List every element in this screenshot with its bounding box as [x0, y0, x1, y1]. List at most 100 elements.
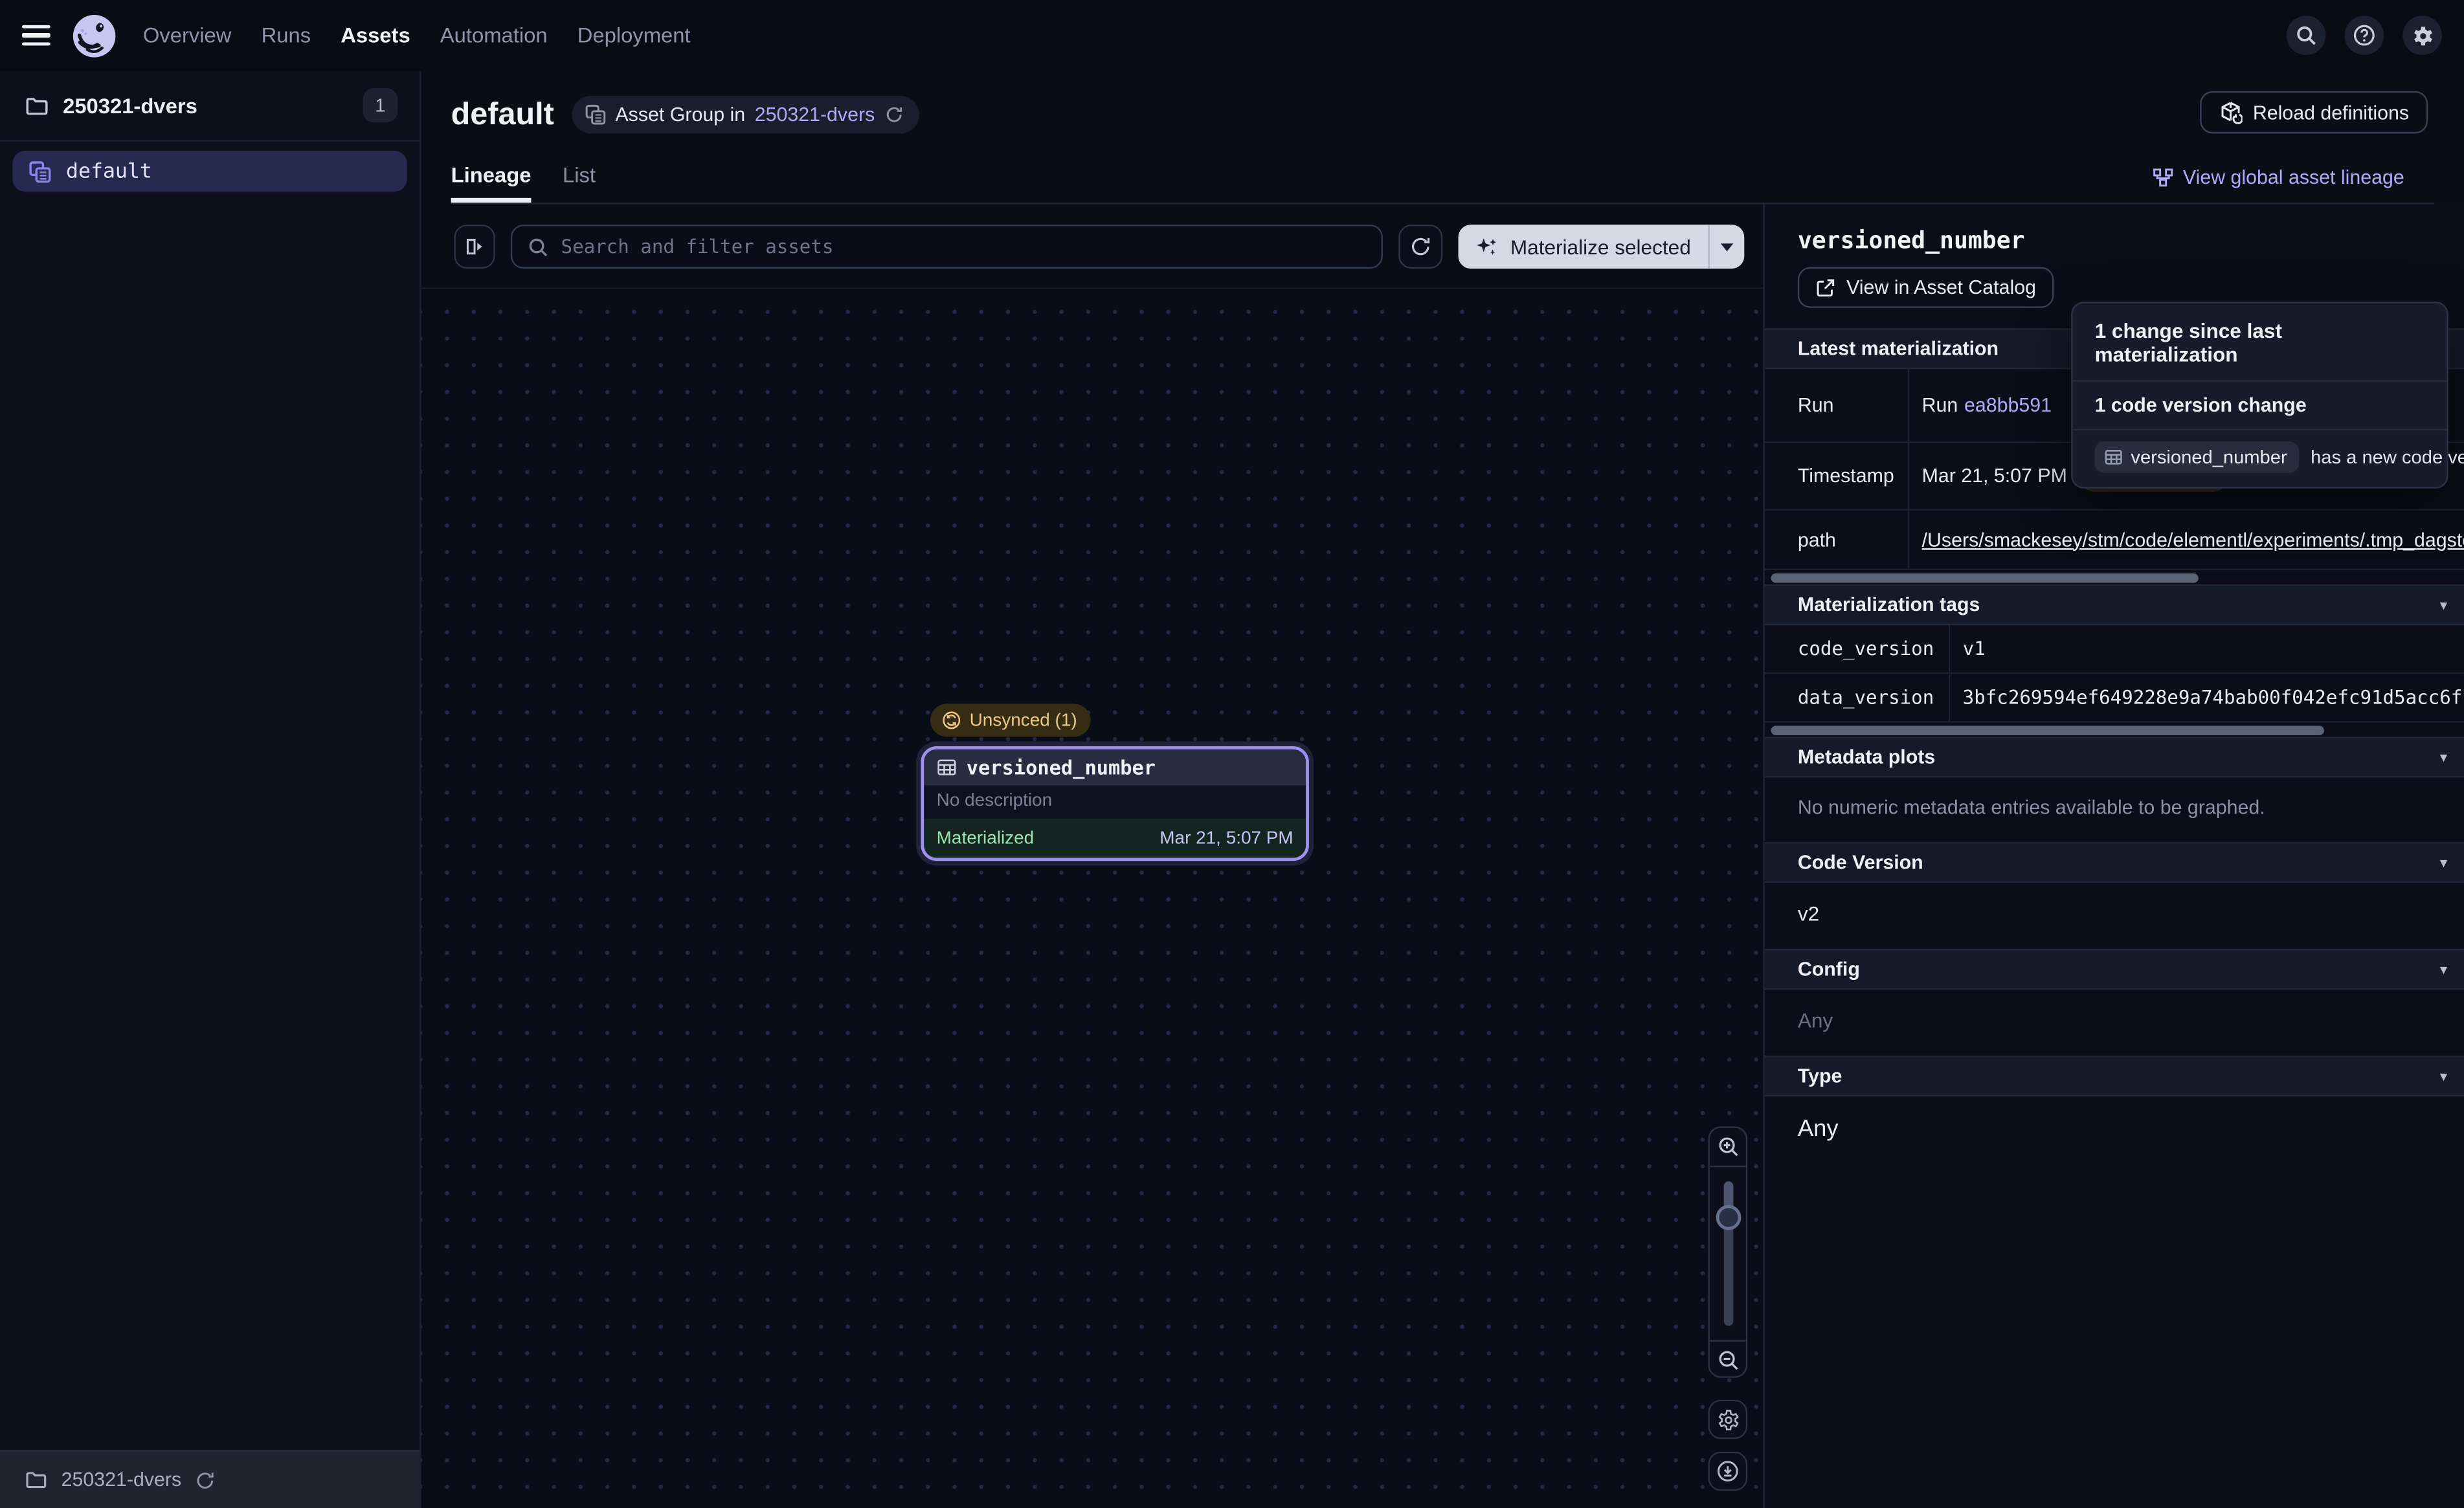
nav-item-assets[interactable]: Assets — [341, 23, 410, 47]
popup-change-summary: 1 code version change — [2073, 382, 2447, 429]
sidebar-footer-label: 250321-dvers — [62, 1469, 182, 1491]
tag-row-data-version: data_version 3bfc269594ef649228e9a74bab0… — [1765, 674, 2464, 722]
dagster-logo-icon[interactable] — [71, 12, 118, 59]
asset-node-versioned-number[interactable]: versioned_number No description Material… — [921, 746, 1309, 861]
asset-node-status: Materialized — [937, 828, 1034, 847]
panel-asset-title: versioned_number — [1798, 227, 2431, 255]
reload-workspace-icon[interactable] — [196, 1470, 216, 1491]
asset-node-status-row: Materialized Mar 21, 5:07 PM — [924, 819, 1306, 858]
path-label: path — [1765, 511, 1909, 569]
reload-cube-icon — [2218, 100, 2241, 124]
zoom-out-button[interactable] — [1710, 1342, 1746, 1379]
dagster-app: Overview Runs Assets Automation Deployme… — [0, 0, 2464, 1508]
search-input[interactable] — [561, 236, 1366, 258]
folder-icon — [25, 1469, 47, 1491]
nav-item-deployment[interactable]: Deployment — [577, 23, 691, 47]
popup-detail-row: versioned_number has a new code version — [2073, 430, 2447, 487]
zoom-slider-thumb[interactable] — [1715, 1205, 1740, 1230]
lineage-graph-canvas[interactable]: Unsynced (1) versioned_number No descrip… — [421, 287, 1764, 1508]
asset-node-name: versioned_number — [967, 756, 1156, 779]
tab-list[interactable]: List — [563, 163, 596, 203]
badge-group-link[interactable]: 250321-dvers — [755, 104, 875, 126]
zoom-in-button[interactable] — [1710, 1128, 1746, 1166]
asset-chip-label: versioned_number — [2131, 446, 2287, 468]
sidebar-footer[interactable]: 250321-dvers — [0, 1450, 420, 1508]
chevron-down-icon[interactable]: ▼ — [2437, 1069, 2450, 1083]
asset-groups-sidebar: 250321-dvers 1 default 250321-dvers — [0, 71, 421, 1508]
tabs-row: Lineage List View global asset lineage — [451, 154, 2434, 205]
config-value: Any — [1765, 990, 2464, 1056]
refresh-icon[interactable] — [884, 105, 903, 124]
zoom-controls — [1708, 1126, 1747, 1377]
view-in-asset-catalog-label: View in Asset Catalog — [1846, 276, 2036, 298]
unsynced-badge-label: Unsynced (1) — [970, 711, 1077, 729]
download-image-button[interactable] — [1708, 1452, 1747, 1491]
lineage-graph-icon — [2153, 168, 2174, 188]
chevron-down-icon[interactable]: ▼ — [2437, 856, 2450, 870]
section-config[interactable]: Config ▼ — [1765, 949, 2464, 990]
badge-prefix: Asset Group in — [615, 104, 745, 126]
run-id-link[interactable]: ea8bb591 — [1964, 394, 2052, 416]
nav-items: Overview Runs Assets Automation Deployme… — [143, 23, 691, 47]
changes-popup: 1 change since last materialization 1 co… — [2071, 302, 2448, 489]
section-metadata-plots[interactable]: Metadata plots ▼ — [1765, 737, 2464, 777]
view-in-asset-catalog-button[interactable]: View in Asset Catalog — [1798, 267, 2054, 308]
asset-node-description: No description — [924, 786, 1306, 819]
view-global-asset-lineage-link[interactable]: View global asset lineage — [2153, 166, 2404, 188]
graph-settings-button[interactable] — [1708, 1400, 1747, 1439]
materialize-sparkle-icon — [1475, 235, 1499, 258]
horizontal-scrollbar[interactable] — [1771, 573, 2199, 583]
materialize-dropdown-caret[interactable] — [1708, 225, 1744, 269]
run-value-prefix: Run — [1922, 394, 1958, 416]
sidebar-group-header[interactable]: 250321-dvers 1 — [0, 71, 420, 141]
graph-toolbar: Materialize selected — [454, 225, 1744, 269]
sidebar-item-label: default — [66, 159, 152, 183]
section-type[interactable]: Type ▼ — [1765, 1056, 2464, 1096]
code-version-value: v2 — [1765, 883, 2464, 949]
settings-gear-icon[interactable] — [2402, 16, 2442, 55]
tag-row-code-version: code_version v1 — [1765, 625, 2464, 674]
popup-title: 1 change since last materialization — [2073, 303, 2447, 380]
sidebar-group-name: 250321-dvers — [63, 93, 349, 116]
hamburger-menu-icon[interactable] — [22, 25, 50, 46]
unsynced-badge[interactable]: Unsynced (1) — [930, 704, 1092, 737]
asset-node-header: versioned_number — [924, 749, 1306, 786]
path-row: path /Users/smackesey/stm/code/elementl/… — [1765, 511, 2464, 570]
search-icon[interactable] — [2287, 16, 2326, 55]
chevron-down-icon[interactable]: ▼ — [2437, 750, 2450, 764]
asset-search-box — [511, 225, 1383, 269]
page-title: default — [451, 96, 554, 133]
asset-node-timestamp: Mar 21, 5:07 PM — [1159, 828, 1293, 847]
path-value-link[interactable]: /Users/smackesey/stm/code/elementl/exper… — [1922, 529, 2464, 551]
refresh-graph-button[interactable] — [1399, 225, 1443, 269]
chevron-down-icon[interactable]: ▼ — [2437, 962, 2450, 977]
materialize-selected-label: Materialize selected — [1510, 235, 1691, 258]
table-icon — [937, 757, 958, 778]
sidebar-item-default[interactable]: default — [12, 151, 407, 192]
lineage-graph-column: Materialize selected Unsynced (1) — [421, 205, 1764, 1508]
nav-item-automation[interactable]: Automation — [440, 23, 548, 47]
section-code-version[interactable]: Code Version ▼ — [1765, 842, 2464, 883]
top-nav: Overview Runs Assets Automation Deployme… — [0, 0, 2464, 71]
timestamp-value: Mar 21, 5:07 PM — [1922, 465, 2067, 487]
asset-chip[interactable]: versioned_number — [2095, 441, 2300, 473]
section-materialization-tags[interactable]: Materialization tags ▼ — [1765, 584, 2464, 625]
reload-definitions-button[interactable]: Reload definitions — [2199, 91, 2428, 134]
horizontal-scrollbar[interactable] — [1771, 726, 2324, 735]
expand-sidebar-button[interactable] — [454, 225, 495, 269]
chevron-down-icon[interactable]: ▼ — [2437, 598, 2450, 612]
sync-icon — [941, 710, 962, 731]
asset-group-icon — [28, 159, 52, 183]
search-icon — [528, 236, 549, 257]
zoom-slider[interactable] — [1710, 1166, 1746, 1342]
help-icon[interactable] — [2345, 16, 2384, 55]
page-header: default Asset Group in 250321-dvers — [421, 71, 2464, 204]
type-value: Any — [1765, 1096, 2464, 1166]
nav-item-overview[interactable]: Overview — [143, 23, 232, 47]
tab-lineage[interactable]: Lineage — [451, 163, 532, 203]
metadata-plots-empty-text: No numeric metadata entries available to… — [1765, 778, 2464, 843]
nav-item-runs[interactable]: Runs — [262, 23, 311, 47]
sidebar-group-count-badge: 1 — [363, 88, 398, 122]
asset-group-icon — [584, 104, 606, 126]
materialize-selected-button[interactable]: Materialize selected — [1459, 225, 1745, 269]
